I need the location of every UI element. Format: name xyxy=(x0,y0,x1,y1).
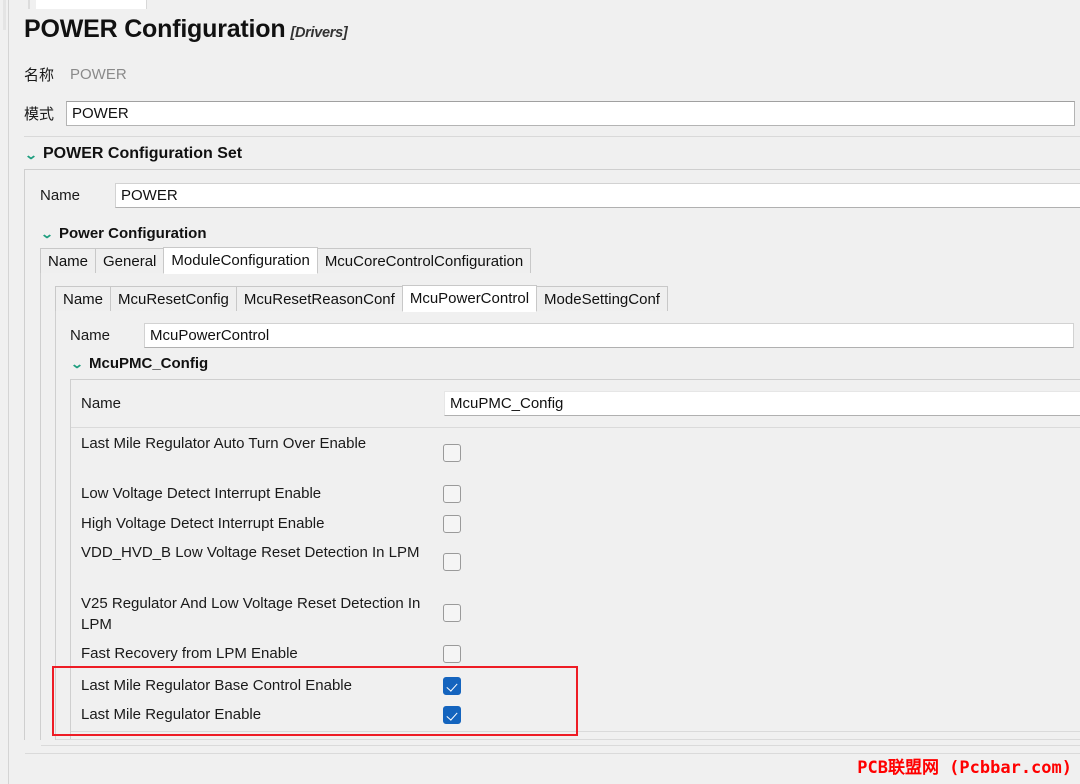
chevron-down-icon[interactable]: ⌄ xyxy=(38,227,56,239)
mode-label: 模式 xyxy=(24,105,55,123)
mode-row: 模式 POWER xyxy=(24,100,1075,126)
config-set-name-label: Name xyxy=(40,187,81,204)
property-row-v25-regulator-low-voltage-reset[interactable]: V25 Regulator And Low Voltage Reset Dete… xyxy=(9,593,1080,639)
tab-mcuresetreasonconf[interactable]: McuResetReasonConf xyxy=(235,286,403,312)
property-label: Low Voltage Detect Interrupt Enable xyxy=(81,485,322,502)
mcupmc-name-label: Name xyxy=(81,395,122,412)
property-checkbox[interactable] xyxy=(443,706,461,724)
tab-filler xyxy=(666,286,1080,312)
property-label: Last Mile Regulator Enable xyxy=(81,706,262,723)
name-row: 名称 POWER xyxy=(24,61,1024,87)
tab-name[interactable]: Name xyxy=(40,248,97,274)
tab-moduleconfiguration[interactable]: ModuleConfiguration xyxy=(163,247,318,274)
property-label: Last Mile Regulator Auto Turn Over Enabl… xyxy=(81,435,367,452)
properties-bottom-edge xyxy=(71,731,1080,732)
mode-input[interactable]: POWER xyxy=(66,100,1075,126)
property-label: V25 Regulator And Low Voltage Reset Dete… xyxy=(81,595,421,633)
power-configuration-editor: POWER Configuration [Drivers] 名称 POWER 模式… xyxy=(0,0,1080,784)
watermark: PCB联盟网 (Pcbbar.com) xyxy=(857,758,1072,778)
mcu-power-control-name-row: Name McuPowerControl xyxy=(70,323,1074,348)
property-row-last-mile-auto-turn-over[interactable]: Last Mile Regulator Auto Turn Over Enabl… xyxy=(9,433,1080,479)
editor-tab-strip xyxy=(9,0,1080,9)
config-set-name-input[interactable]: POWER xyxy=(115,183,1080,208)
property-checkbox[interactable] xyxy=(443,485,461,503)
property-checkbox[interactable] xyxy=(443,553,461,571)
tab-general[interactable]: General xyxy=(95,248,165,274)
tab-filler xyxy=(530,248,1080,274)
mcu-power-control-name-label: Name xyxy=(70,327,111,344)
config-set-name-row: Name POWER xyxy=(40,183,1080,208)
property-row-high-voltage-detect-interrupt[interactable]: High Voltage Detect Interrupt Enable xyxy=(9,513,1080,537)
property-checkbox[interactable] xyxy=(443,604,461,622)
tab-modesettingconf[interactable]: ModeSettingConf xyxy=(536,286,668,312)
property-row-low-voltage-detect-interrupt[interactable]: Low Voltage Detect Interrupt Enable xyxy=(9,483,1080,507)
property-row-last-mile-regulator-enable[interactable]: Last Mile Regulator Enable xyxy=(9,704,1080,728)
property-checkbox[interactable] xyxy=(443,645,461,663)
power-configuration-tabs: Name General ModuleConfiguration McuCore… xyxy=(40,247,1080,274)
tab-mcuresetconfig[interactable]: McuResetConfig xyxy=(110,286,237,312)
gutter-marker xyxy=(3,0,6,30)
page-title-text: POWER Configuration xyxy=(24,15,286,43)
mcu-power-control-name-input[interactable]: McuPowerControl xyxy=(144,323,1074,348)
chevron-down-icon[interactable]: ⌄ xyxy=(68,357,86,369)
section-power-configuration[interactable]: ⌄ Power Configuration xyxy=(38,225,207,242)
editor-left-gutter xyxy=(0,0,9,784)
tab-strip-edge xyxy=(28,0,30,9)
page-title-suffix: [Drivers] xyxy=(290,25,348,41)
property-label: Last Mile Regulator Base Control Enable xyxy=(81,677,352,694)
mcupmc-name-row: Name McuPMC_Config xyxy=(81,391,1080,416)
tab-name[interactable]: Name xyxy=(55,286,112,312)
name-value: POWER xyxy=(70,65,127,83)
section-title: McuPMC_Config xyxy=(89,355,209,372)
row-separator xyxy=(71,427,1080,428)
section-power-configuration-set[interactable]: ⌄ POWER Configuration Set xyxy=(24,145,242,163)
power-configuration-bottom-edge xyxy=(41,745,1080,746)
property-label: Fast Recovery from LPM Enable xyxy=(81,645,298,662)
active-editor-tab[interactable] xyxy=(36,0,147,9)
section-mcupmc-config[interactable]: ⌄ McuPMC_Config xyxy=(70,355,208,372)
name-label: 名称 xyxy=(24,66,55,84)
tab-mcucorecontrolconfiguration[interactable]: McuCoreControlConfiguration xyxy=(316,248,532,274)
property-checkbox[interactable] xyxy=(443,515,461,533)
chevron-down-icon[interactable]: ⌄ xyxy=(22,148,40,160)
mcu-power-control-bottom-edge xyxy=(56,739,1080,740)
property-label: VDD_HVD_B Low Voltage Reset Detection In… xyxy=(81,544,420,561)
form-body: POWER Configuration [Drivers] 名称 POWER 模式… xyxy=(9,9,1080,784)
property-row-last-mile-base-control-enable[interactable]: Last Mile Regulator Base Control Enable xyxy=(9,675,1080,699)
property-checkbox[interactable] xyxy=(443,444,461,462)
property-checkbox[interactable] xyxy=(443,677,461,695)
mcupmc-name-input[interactable]: McuPMC_Config xyxy=(444,391,1080,416)
property-row-fast-recovery-from-lpm[interactable]: Fast Recovery from LPM Enable xyxy=(9,643,1080,667)
page-title: POWER Configuration [Drivers] xyxy=(24,15,348,44)
property-label: High Voltage Detect Interrupt Enable xyxy=(81,515,325,532)
property-row-vdd-hvd-b-low-voltage-reset[interactable]: VDD_HVD_B Low Voltage Reset Detection In… xyxy=(9,542,1080,588)
module-configuration-tabs: Name McuResetConfig McuResetReasonConf M… xyxy=(55,285,1080,312)
tab-mcupowercontrol[interactable]: McuPowerControl xyxy=(401,285,538,312)
section-title: POWER Configuration Set xyxy=(43,145,243,162)
section-title: Power Configuration xyxy=(59,225,207,242)
header-separator xyxy=(24,136,1080,137)
